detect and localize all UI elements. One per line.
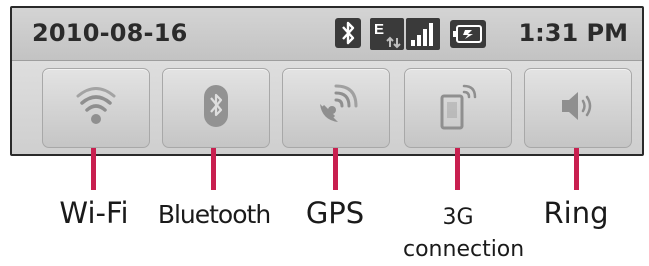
gps-satellite-icon [314,84,358,132]
bluetooth-icon [201,84,231,132]
status-time: 1:31 PM [518,19,628,47]
wifi-pointer-line [91,148,96,190]
phone-screen: 2010-08-16 E 1:31 PM [10,6,644,156]
svg-text:E: E [374,21,384,38]
wifi-icon [76,86,116,130]
3g-label-line2: connection [403,237,525,262]
ring-toggle-button[interactable] [524,68,632,148]
wifi-toggle-button[interactable] [42,68,150,148]
3g-label-line1: 3G [442,205,474,230]
wifi-label: Wi-Fi [59,196,129,230]
status-date: 2010-08-16 [32,19,188,47]
speaker-icon [558,88,598,128]
battery-icon [450,20,486,52]
quick-settings-panel [12,61,642,154]
bluetooth-icon [335,18,361,52]
edge-data-icon: E [370,18,404,54]
bluetooth-pointer-line [211,148,216,190]
gps-toggle-button[interactable] [282,68,390,148]
signal-bars-icon [406,18,440,54]
gps-label: GPS [305,196,365,230]
status-bar: 2010-08-16 E 1:31 PM [12,8,642,61]
3g-pointer-line [455,148,460,190]
mobile-data-toggle-button[interactable] [404,68,512,148]
bluetooth-toggle-button[interactable] [162,68,270,148]
gps-pointer-line [333,148,338,190]
ring-label: Ring [543,196,609,230]
mobile-data-icon [436,82,480,134]
3g-connection-label: 3G connection [403,202,525,266]
ring-pointer-line [574,148,579,190]
bluetooth-label: Bluetooth [157,200,271,229]
